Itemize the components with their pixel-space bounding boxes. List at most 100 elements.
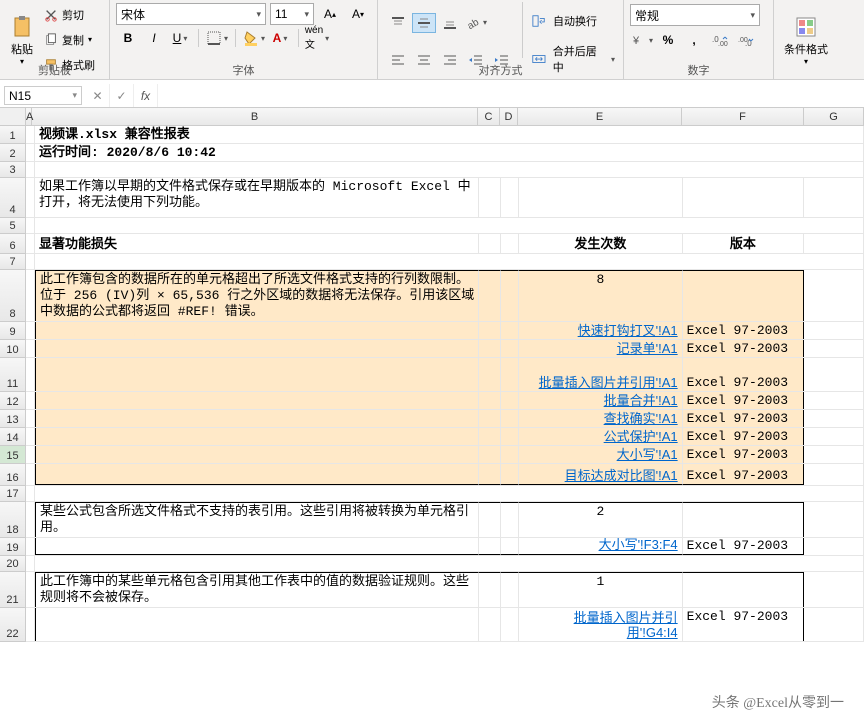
issue-version[interactable]: Excel 97-2003: [683, 322, 805, 339]
cancel-formula-button[interactable]: ✕: [86, 84, 110, 107]
row-header[interactable]: 17: [0, 486, 26, 502]
row-header[interactable]: 5: [0, 218, 26, 234]
row-header[interactable]: 3: [0, 162, 26, 178]
issue-link[interactable]: 公式保护'!A1: [604, 429, 678, 444]
issue-link[interactable]: 快速打钩打叉'!A1: [578, 323, 678, 338]
row-header[interactable]: 8: [0, 270, 26, 322]
row-header[interactable]: 2: [0, 144, 26, 162]
block3-ver[interactable]: Excel 97-2003: [683, 608, 805, 641]
row-header[interactable]: 22: [0, 608, 26, 642]
col-header[interactable]: D: [500, 108, 518, 126]
decrease-decimal-button[interactable]: .00.0: [734, 30, 758, 50]
formula-input[interactable]: [158, 84, 864, 107]
row-header[interactable]: 11: [0, 358, 26, 392]
phonetic-button[interactable]: wén文: [305, 28, 329, 48]
group-number: 常规 ¥ % , .0.00 .00.0 数字: [624, 0, 774, 80]
increase-font-button[interactable]: A▴: [318, 4, 342, 24]
orientation-button[interactable]: ab: [464, 13, 488, 33]
copy-button[interactable]: 复制▾: [44, 30, 95, 50]
font-color-button[interactable]: A: [268, 28, 292, 48]
row-header[interactable]: 19: [0, 538, 26, 556]
row-header[interactable]: 4: [0, 178, 26, 218]
row-header[interactable]: 9: [0, 322, 26, 340]
issue-link[interactable]: 大小写'!A1: [617, 447, 678, 462]
italic-button[interactable]: I: [142, 28, 166, 48]
conditional-format-button[interactable]: 条件格式 ▾: [778, 2, 834, 78]
issue-link[interactable]: 目标达成对比图'!A1: [565, 468, 678, 483]
row-header[interactable]: 10: [0, 340, 26, 358]
comma-button[interactable]: ,: [682, 30, 706, 50]
accounting-format-button[interactable]: ¥: [630, 30, 654, 50]
block3-text[interactable]: 此工作簿中的某些单元格包含引用其他工作表中的值的数据验证规则。这些规则将不会被保…: [35, 572, 479, 607]
percent-button[interactable]: %: [656, 30, 680, 50]
fx-button[interactable]: fx: [134, 84, 158, 107]
col-header[interactable]: G: [804, 108, 864, 126]
issue-link[interactable]: 批量合并'!A1: [604, 393, 678, 408]
column-headers[interactable]: A B C D E F G: [26, 108, 864, 126]
row-header[interactable]: 7: [0, 254, 26, 270]
hdr-loss[interactable]: 显著功能损失: [35, 234, 479, 253]
issue-version[interactable]: Excel 97-2003: [683, 428, 805, 445]
font-name-combo[interactable]: 宋体: [116, 3, 266, 25]
number-group-label: 数字: [624, 60, 773, 80]
bold-button[interactable]: B: [116, 28, 140, 48]
block3-count[interactable]: 1: [519, 572, 682, 607]
block2-text[interactable]: 某些公式包含所选文件格式不支持的表引用。这些引用将被转换为单元格引用。: [35, 502, 479, 537]
col-header[interactable]: F: [682, 108, 804, 126]
underline-button[interactable]: U: [168, 28, 192, 48]
col-header[interactable]: B: [32, 108, 478, 126]
issue-version[interactable]: Excel 97-2003: [683, 446, 805, 463]
clipboard-group-label: 剪贴板: [0, 60, 109, 80]
row-header[interactable]: 14: [0, 428, 26, 446]
issue-link[interactable]: 查找确实'!A1: [604, 411, 678, 426]
border-button[interactable]: [205, 28, 229, 48]
row-header[interactable]: 18: [0, 502, 26, 538]
row-header[interactable]: 20: [0, 556, 26, 572]
title-cell[interactable]: 视频课.xlsx 兼容性报表: [35, 126, 864, 143]
issue-version[interactable]: Excel 97-2003: [683, 358, 805, 391]
name-box[interactable]: N15: [4, 86, 82, 105]
cut-button[interactable]: 剪切: [44, 5, 95, 25]
align-top-button[interactable]: [386, 13, 410, 33]
group-alignment: ab 自动换行 合并后居中 对齐方式: [378, 0, 624, 80]
row-header[interactable]: 21: [0, 572, 26, 608]
block2-ver[interactable]: Excel 97-2003: [683, 538, 805, 555]
block3-link[interactable]: 批量插入图片并引用'!G4:I4: [523, 610, 677, 640]
col-header[interactable]: E: [518, 108, 682, 126]
row-headers[interactable]: 12345678910111213141516171819202122: [0, 126, 26, 642]
fill-color-button[interactable]: [242, 28, 266, 48]
row-header[interactable]: 16: [0, 464, 26, 486]
align-middle-button[interactable]: [412, 13, 436, 33]
block2-link[interactable]: 大小写'!F3:F4: [599, 538, 678, 553]
block2-count[interactable]: 2: [519, 502, 682, 537]
decrease-font-button[interactable]: A▾: [346, 4, 370, 24]
group-font: 宋体 11 A▴ A▾ B I U A wén文 字体: [110, 0, 378, 80]
row-header[interactable]: 15: [0, 446, 26, 464]
intro-cell[interactable]: 如果工作簿以早期的文件格式保存或在早期版本的 Microsoft Excel 中…: [35, 178, 479, 217]
row-header[interactable]: 12: [0, 392, 26, 410]
confirm-formula-button[interactable]: ✓: [110, 84, 134, 107]
align-bottom-button[interactable]: [438, 13, 462, 33]
issue-version[interactable]: Excel 97-2003: [683, 392, 805, 409]
runtime-cell[interactable]: 运行时间: 2020/8/6 10:42: [35, 144, 864, 161]
row-header[interactable]: 6: [0, 234, 26, 254]
wrap-text-button[interactable]: 自动换行: [531, 11, 615, 31]
issue-version[interactable]: Excel 97-2003: [683, 464, 805, 485]
select-all-corner[interactable]: [0, 108, 26, 126]
block1-text[interactable]: 此工作簿包含的数据所在的单元格超出了所选文件格式支持的行列数限制。位于 256 …: [35, 270, 479, 321]
issue-version[interactable]: Excel 97-2003: [683, 340, 805, 357]
row-header[interactable]: 1: [0, 126, 26, 144]
hdr-count[interactable]: 发生次数: [519, 234, 682, 253]
block1-count[interactable]: 8: [519, 270, 682, 321]
font-size-combo[interactable]: 11: [270, 3, 314, 25]
row-header[interactable]: 13: [0, 410, 26, 428]
issue-version[interactable]: Excel 97-2003: [683, 410, 805, 427]
hdr-version[interactable]: 版本: [683, 234, 805, 253]
worksheet[interactable]: A B C D E F G 12345678910111213141516171…: [0, 108, 864, 727]
number-format-combo[interactable]: 常规: [630, 4, 760, 26]
cells-grid[interactable]: 视频课.xlsx 兼容性报表 运行时间: 2020/8/6 10:42 如果工作…: [26, 126, 864, 727]
col-header[interactable]: C: [478, 108, 500, 126]
issue-link[interactable]: 批量插入图片并引用'!A1: [539, 375, 678, 390]
issue-link[interactable]: 记录单'!A1: [617, 341, 678, 356]
increase-decimal-button[interactable]: .0.00: [708, 30, 732, 50]
